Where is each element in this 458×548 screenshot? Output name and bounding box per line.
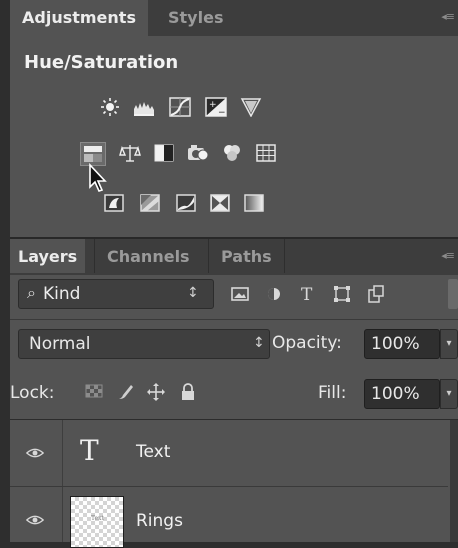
eye-icon — [26, 448, 44, 458]
filter-kind-label: Kind — [43, 284, 81, 304]
layer-name[interactable]: Text — [136, 442, 170, 462]
adjustments-tab-bar: Adjustments Styles ◂≡ — [10, 0, 458, 36]
visibility-toggle[interactable] — [10, 487, 63, 542]
layer-row[interactable]: Text Rings — [10, 487, 448, 548]
layers-tab-bar: Layers Channels Paths ◂≡ — [10, 237, 458, 275]
blend-mode-select[interactable]: Normal ↕ — [18, 329, 270, 359]
invert-icon[interactable] — [102, 192, 126, 214]
tab-styles[interactable]: Styles — [156, 0, 235, 36]
opacity-dropdown-button[interactable]: ▾ — [440, 329, 458, 359]
mouse-cursor-icon — [88, 162, 110, 193]
posterize-icon[interactable] — [138, 192, 162, 214]
fill-label: Fill: — [318, 383, 347, 403]
fill-value: 100% — [371, 384, 420, 404]
lock-transparent-pixels-icon[interactable] — [82, 381, 106, 403]
layers-panel: Layers Channels Paths ◂≡ ⌕ Kind ↕ T Norm… — [10, 237, 458, 548]
divider — [10, 319, 458, 320]
selective-color-icon[interactable] — [208, 192, 232, 214]
lock-image-pixels-icon[interactable] — [114, 381, 138, 403]
layer-row[interactable]: T Text — [10, 420, 448, 487]
eye-icon — [26, 515, 44, 525]
layer-name[interactable]: Rings — [136, 511, 183, 531]
tab-layers[interactable]: Layers — [10, 239, 86, 273]
opacity-input[interactable]: 100% — [364, 329, 440, 359]
gradient-map-icon[interactable] — [242, 192, 266, 214]
visibility-toggle[interactable] — [10, 420, 63, 486]
brightness-contrast-icon[interactable] — [98, 96, 122, 118]
text-layer-type-icon: T — [80, 434, 99, 467]
opacity-label: Opacity: — [272, 333, 342, 353]
layer-thumbnail: Text — [70, 496, 124, 548]
opacity-value: 100% — [371, 334, 420, 354]
levels-icon[interactable] — [132, 96, 156, 118]
tab-paths[interactable]: Paths — [208, 239, 285, 273]
select-arrows-icon: ↕ — [187, 285, 199, 301]
fill-dropdown-button[interactable]: ▾ — [440, 379, 458, 409]
layer-filter-select[interactable]: ⌕ Kind ↕ — [18, 279, 214, 309]
fill-input[interactable]: 100% — [364, 379, 440, 409]
photo-filter-icon[interactable] — [186, 142, 210, 164]
filter-smart-objects-icon[interactable] — [364, 283, 388, 305]
filter-type-layers-icon[interactable]: T — [296, 283, 320, 305]
svg-text:T: T — [301, 285, 313, 304]
tab-adjustments[interactable]: Adjustments — [10, 0, 148, 36]
filter-shape-layers-icon[interactable] — [330, 283, 354, 305]
adjustments-panel: Adjustments Styles ◂≡ Hue/Saturation + − — [10, 0, 458, 237]
blend-mode-value: Normal — [29, 334, 91, 354]
svg-text:+: + — [209, 100, 217, 110]
curves-icon[interactable] — [168, 96, 192, 118]
channel-mixer-icon[interactable] — [220, 142, 244, 164]
panel-menu-icon[interactable]: ◂≡ — [441, 10, 455, 23]
filter-toggle-switch[interactable] — [448, 279, 458, 309]
thumbnail-text: Text — [91, 515, 104, 522]
threshold-icon[interactable] — [174, 192, 198, 214]
lock-label: Lock: — [10, 383, 55, 403]
color-balance-icon[interactable] — [118, 142, 142, 164]
filter-pixel-layers-icon[interactable] — [228, 283, 252, 305]
adjustment-heading: Hue/Saturation — [24, 52, 179, 73]
panel-menu-icon[interactable]: ◂≡ — [441, 249, 455, 262]
exposure-icon[interactable]: + − — [204, 96, 228, 118]
tab-channels[interactable]: Channels — [94, 239, 202, 273]
lock-position-icon[interactable] — [144, 381, 168, 403]
filter-adjustment-layers-icon[interactable] — [262, 283, 286, 305]
search-icon: ⌕ — [27, 283, 36, 302]
layers-scrollbar[interactable] — [450, 420, 458, 542]
svg-text:−: − — [218, 108, 226, 117]
lock-all-icon[interactable] — [176, 381, 200, 403]
black-white-icon[interactable] — [152, 142, 176, 164]
color-lookup-icon[interactable] — [254, 142, 278, 164]
select-arrows-icon: ↕ — [253, 335, 265, 351]
vibrance-icon[interactable] — [239, 96, 263, 118]
